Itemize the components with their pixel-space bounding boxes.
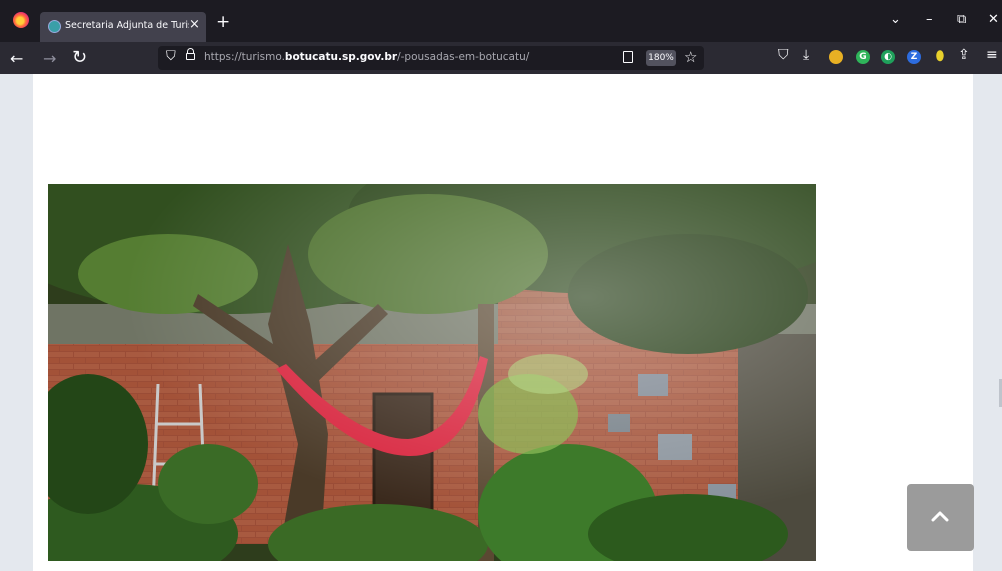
browser-titlebar: Secretaria Adjunta de Turismo - × + ⌄ – … [0,0,1002,42]
browser-navbar: ← → ↻ ⛉ https://turismo.botucatu.sp.gov.… [0,42,1002,74]
zoom-level-badge[interactable]: 180% [646,50,676,66]
tracking-shield-icon[interactable]: ⛉ [166,49,176,64]
garden-hammock-photo [48,184,816,561]
close-window-button[interactable]: ✕ [988,12,999,27]
extension-yellow-icon[interactable] [829,50,843,64]
tab-list-icon[interactable]: ⌄ [890,12,901,27]
reader-view-icon[interactable] [623,51,633,63]
lock-icon[interactable] [186,48,195,60]
share-icon[interactable]: ⇪ [958,47,970,63]
browser-tab[interactable]: Secretaria Adjunta de Turismo - × [40,12,206,42]
tab-close-icon[interactable]: × [189,17,200,32]
address-bar[interactable]: ⛉ https://turismo.botucatu.sp.gov.br/-po… [158,46,704,70]
pocket-icon[interactable]: ⛉ [778,47,789,63]
back-to-top-button[interactable] [907,484,974,551]
page-viewport [0,74,1002,571]
back-button[interactable]: ← [10,49,23,68]
tab-title: Secretaria Adjunta de Turismo - [65,20,189,31]
menu-icon[interactable]: ≡ [986,47,998,63]
maximize-button[interactable]: ⧉ [957,12,966,27]
url-text[interactable]: https://turismo.botucatu.sp.gov.br/-pous… [204,51,529,63]
firefox-logo-icon[interactable] [13,12,29,28]
extension-location-icon[interactable]: ⬮ [933,50,947,64]
new-tab-button[interactable]: + [216,12,230,32]
reload-button[interactable]: ↻ [72,47,87,68]
minimize-button[interactable]: – [926,12,933,27]
forward-button[interactable]: → [43,49,56,68]
page-content-area [33,74,973,571]
site-favicon-icon [48,20,61,33]
extension-green-circle-icon[interactable]: ◐ [881,50,895,64]
extension-green-g-icon[interactable]: G [856,50,870,64]
download-icon[interactable]: ⤓ [803,47,809,63]
bookmark-star-icon[interactable]: ☆ [684,48,697,66]
extension-blue-z-icon[interactable]: Z [907,50,921,64]
chevron-up-icon [931,511,949,522]
